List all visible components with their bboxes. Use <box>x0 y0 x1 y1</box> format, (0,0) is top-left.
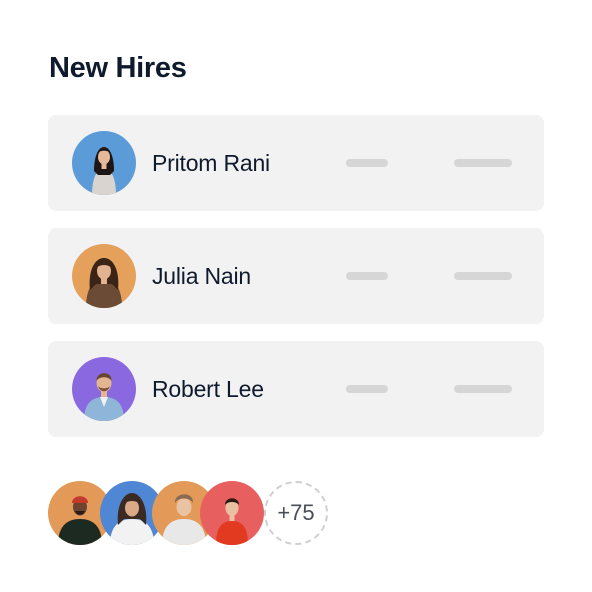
page-title: New Hires <box>49 52 187 84</box>
avatar <box>72 244 136 308</box>
hire-name: Julia Nain <box>152 263 251 289</box>
hire-card[interactable]: Robert Lee <box>48 341 544 437</box>
team-avatar-stack[interactable]: +75 <box>48 481 348 545</box>
hire-card[interactable]: Julia Nain <box>48 228 544 324</box>
placeholder-bar <box>346 272 388 280</box>
avatar <box>72 131 136 195</box>
hire-card[interactable]: Pritom Rani <box>48 115 544 211</box>
more-count-badge[interactable]: +75 <box>264 481 328 545</box>
placeholder-bar <box>454 159 512 167</box>
hire-name: Robert Lee <box>152 376 264 402</box>
avatar <box>72 357 136 421</box>
hire-name: Pritom Rani <box>152 150 270 176</box>
placeholder-bar <box>454 272 512 280</box>
placeholder-bar <box>346 385 388 393</box>
placeholder-bar <box>346 159 388 167</box>
new-hires-list: Pritom Rani Julia Nain Robert Lee <box>48 115 544 454</box>
avatar <box>200 481 264 545</box>
placeholder-bar <box>454 385 512 393</box>
